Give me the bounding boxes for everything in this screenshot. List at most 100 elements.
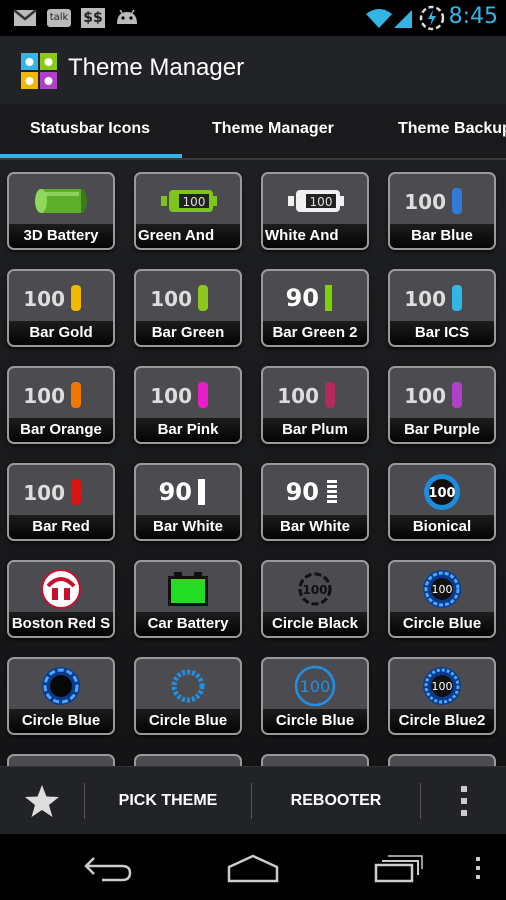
menu-button[interactable] [466, 848, 490, 888]
rebooter-button[interactable]: REBOOTER [252, 767, 420, 835]
tile-label: White And [263, 224, 367, 248]
home-icon [227, 854, 279, 883]
theme-tile[interactable]: 100 Bar Pink [134, 366, 242, 444]
tile-label: Circle Blue [263, 709, 367, 733]
theme-tile[interactable]: 100 White And [261, 172, 369, 250]
theme-tile[interactable]: Car Battery [134, 560, 242, 638]
app-logo-icon[interactable] [20, 52, 58, 90]
theme-tile[interactable]: 3D Battery [7, 172, 115, 250]
theme-tile-partial[interactable] [134, 754, 242, 766]
bar-blue-icon: 100 [390, 178, 494, 224]
bar-pink-icon: 100 [136, 372, 240, 418]
tile-label: Circle Blue [9, 709, 113, 733]
theme-tile[interactable]: 100 Bar Gold [7, 269, 115, 347]
bottom-action-bar: PICK THEME REBOOTER [0, 766, 506, 835]
dollar-icon: $$ [80, 6, 106, 30]
battery-android-white-icon: 100 [263, 178, 367, 224]
wifi-icon [364, 6, 394, 30]
theme-tile[interactable]: 100 Bar Purple [388, 366, 496, 444]
bar-purple-icon: 100 [390, 372, 494, 418]
gmail-icon [12, 6, 38, 30]
svg-text:100: 100 [428, 486, 455, 501]
overflow-menu-button[interactable] [421, 767, 506, 835]
bionical-icon: 100 [390, 469, 494, 515]
theme-tile[interactable]: 100 Bar ICS [388, 269, 496, 347]
tile-label: Bar Purple [390, 418, 494, 442]
tile-label: Green And [136, 224, 240, 248]
bar-green-2-icon: 90 [263, 275, 367, 321]
recent-apps-icon [374, 855, 423, 883]
car-battery-icon [136, 566, 240, 612]
bar-white-segmented-icon: 90 [263, 469, 367, 515]
android-icon [114, 6, 140, 30]
battery-level-text: 100 [23, 384, 65, 408]
tile-label: Car Battery [136, 612, 240, 636]
theme-tile[interactable]: 90 Bar Green 2 [261, 269, 369, 347]
dollar-label: $$ [81, 8, 105, 28]
theme-tile-partial[interactable] [261, 754, 369, 766]
theme-tile[interactable]: 90 Bar White [261, 463, 369, 541]
tile-label: Circle Blue [136, 709, 240, 733]
circle-blue-2-icon: 100 [390, 663, 494, 709]
theme-tile[interactable]: 100 Bar Red [7, 463, 115, 541]
battery-level-text: 100 [23, 287, 65, 311]
theme-tile[interactable]: 100 Bar Blue [388, 172, 496, 250]
star-icon [25, 785, 59, 817]
theme-tile[interactable]: 100 Bar Green [134, 269, 242, 347]
page-title: Theme Manager [68, 54, 245, 81]
home-button[interactable] [224, 848, 282, 888]
clock: 8:45 [448, 4, 498, 29]
svg-text:100: 100 [432, 583, 453, 596]
icon-grid[interactable]: 3D Battery 100 Green And 100 White And 100 Bar… [0, 160, 506, 766]
theme-tile[interactable]: Circle Blue [134, 657, 242, 735]
navigation-bar [0, 834, 506, 900]
theme-tile[interactable]: 100 Bar Plum [261, 366, 369, 444]
pick-theme-button[interactable]: PICK THEME [85, 767, 251, 835]
power-saver-icon [418, 5, 446, 31]
favorite-button[interactable] [0, 767, 84, 835]
theme-tile[interactable]: 90 Bar White [134, 463, 242, 541]
theme-tile[interactable]: 100 Circle Blue [261, 657, 369, 735]
tile-label: Bar Pink [136, 418, 240, 442]
tile-label: Bar White [263, 515, 367, 539]
theme-tile[interactable]: 100 Circle Black [261, 560, 369, 638]
tile-label: Circle Black [263, 612, 367, 636]
tab-theme-manager[interactable]: Theme Manager [212, 120, 334, 138]
theme-tile-partial[interactable] [7, 754, 115, 766]
recent-apps-button[interactable] [370, 848, 426, 888]
boston-red-sox-icon [9, 566, 113, 612]
theme-tile[interactable]: 100 Circle Blue2 [388, 657, 496, 735]
tile-label: 3D Battery [9, 224, 113, 248]
circle-blue-ring-icon: 100 [263, 663, 367, 709]
theme-tile[interactable]: Boston Red S [7, 560, 115, 638]
theme-tile[interactable]: 100 Circle Blue [388, 560, 496, 638]
status-bar: talk $$ 8:45 [0, 0, 506, 36]
battery-level-text: 100 [150, 384, 192, 408]
battery-level-text: 90 [159, 478, 192, 506]
svg-text:100: 100 [310, 195, 333, 209]
battery-level-text: 100 [277, 384, 319, 408]
overflow-menu-icon [460, 786, 467, 816]
tile-label: Circle Blue2 [390, 709, 494, 733]
battery-level-text: 100 [150, 287, 192, 311]
talk-label: talk [47, 9, 71, 27]
back-button[interactable] [80, 848, 136, 888]
tile-label: Bar White [136, 515, 240, 539]
bar-green-icon: 100 [136, 275, 240, 321]
svg-text:100: 100 [183, 195, 206, 209]
svg-text:100: 100 [302, 583, 327, 597]
bar-red-icon: 100 [9, 469, 113, 515]
talk-icon: talk [46, 6, 72, 30]
bar-ics-icon: 100 [390, 275, 494, 321]
theme-tile-partial[interactable] [388, 754, 496, 766]
tile-label: Bar Gold [9, 321, 113, 345]
theme-tile[interactable]: 100 Bar Orange [7, 366, 115, 444]
svg-text:100: 100 [300, 677, 331, 696]
theme-tile[interactable]: 100 Bionical [388, 463, 496, 541]
tab-strip: Statusbar Icons Theme Manager Theme Back… [0, 104, 506, 160]
tab-statusbar-icons[interactable]: Statusbar Icons [30, 120, 150, 138]
tab-theme-backup[interactable]: Theme Backup [398, 120, 506, 138]
battery-level-text: 100 [23, 481, 65, 505]
theme-tile[interactable]: 100 Green And [134, 172, 242, 250]
theme-tile[interactable]: Circle Blue [7, 657, 115, 735]
